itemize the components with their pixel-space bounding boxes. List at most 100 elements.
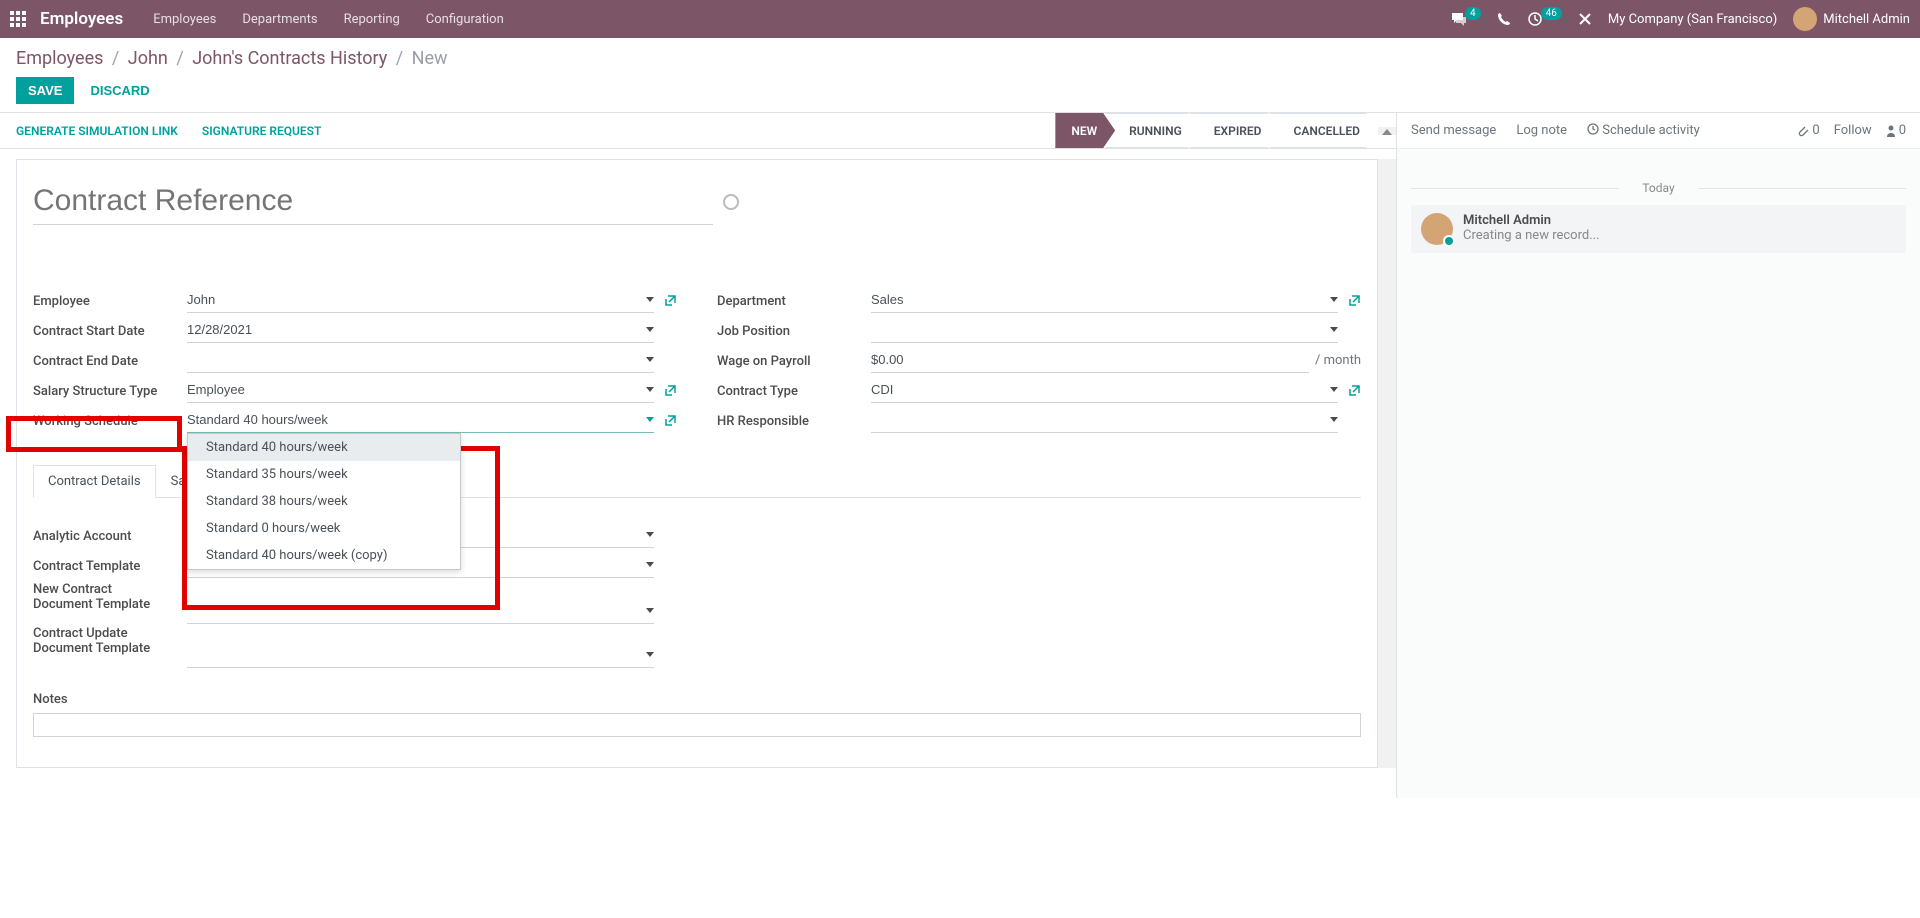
salary-structure-field[interactable] — [187, 380, 642, 399]
status-cancelled[interactable]: CANCELLED — [1269, 113, 1378, 148]
follow-button[interactable]: Follow — [1834, 123, 1872, 138]
working-schedule-dropdown: Standard 40 hours/week Standard 35 hours… — [187, 433, 461, 570]
message-author: Mitchell Admin — [1463, 213, 1600, 228]
tab-contract-details[interactable]: Contract Details — [33, 465, 156, 498]
caret-icon[interactable] — [1330, 387, 1338, 392]
end-date-field[interactable] — [187, 350, 642, 369]
label-salary-structure: Salary Structure Type — [33, 382, 187, 399]
avatar — [1793, 7, 1817, 31]
employee-field[interactable] — [187, 290, 642, 309]
nav-menu: Employees Departments Reporting Configur… — [153, 12, 504, 27]
message-body: Creating a new record... — [1463, 228, 1600, 243]
apps-icon[interactable] — [10, 11, 26, 27]
hr-responsible-field[interactable] — [871, 410, 1326, 429]
followers-count[interactable]: 0 — [1886, 123, 1906, 138]
contract-update-doc-field[interactable] — [187, 645, 642, 664]
dropdown-option[interactable]: Standard 38 hours/week — [188, 488, 460, 515]
caret-icon[interactable] — [1330, 417, 1338, 422]
scrollbar[interactable] — [1378, 159, 1396, 768]
breadcrumb: Employees / John / John's Contracts Hist… — [16, 48, 1904, 69]
caret-icon[interactable] — [646, 387, 654, 392]
company-switcher[interactable]: My Company (San Francisco) — [1608, 12, 1777, 27]
send-message-button[interactable]: Send message — [1411, 123, 1496, 138]
app-brand[interactable]: Employees — [40, 9, 123, 29]
nav-employees[interactable]: Employees — [153, 12, 216, 27]
attachments-count[interactable]: 0 — [1797, 123, 1819, 138]
dropdown-option[interactable]: Standard 35 hours/week — [188, 461, 460, 488]
phone-icon[interactable] — [1497, 12, 1511, 26]
caret-icon[interactable] — [646, 327, 654, 332]
chatter-topbar: Send message Log note Schedule activity … — [1397, 113, 1920, 149]
nav-reporting[interactable]: Reporting — [344, 12, 400, 27]
main-wrap: GENERATE SIMULATION LINK SIGNATURE REQUE… — [0, 112, 1920, 798]
subheader: Employees / John / John's Contracts Hist… — [0, 38, 1920, 104]
contract-reference-input[interactable] — [33, 184, 713, 225]
activities-icon[interactable]: 46 — [1527, 11, 1562, 27]
label-wage: Wage on Payroll — [717, 352, 871, 369]
wage-field[interactable] — [871, 350, 1309, 369]
external-link-icon[interactable] — [1348, 294, 1361, 307]
caret-icon[interactable] — [1330, 327, 1338, 332]
external-link-icon[interactable] — [664, 414, 677, 427]
breadcrumb-history[interactable]: John's Contracts History — [192, 48, 387, 69]
new-contract-doc-field[interactable] — [187, 601, 642, 620]
dropdown-option[interactable]: Standard 40 hours/week — [188, 434, 460, 461]
chatter-body: Today Mitchell Admin Creating a new reco… — [1397, 149, 1920, 267]
wage-suffix: / month — [1315, 353, 1361, 368]
nav-departments[interactable]: Departments — [242, 12, 317, 27]
discard-button[interactable]: DISCARD — [86, 77, 153, 104]
message: Mitchell Admin Creating a new record... — [1411, 205, 1906, 253]
save-button[interactable]: SAVE — [16, 77, 74, 104]
label-employee: Employee — [33, 292, 187, 309]
status-new[interactable]: NEW — [1055, 113, 1115, 148]
statusbar: NEW RUNNING EXPIRED CANCELLED — [1055, 113, 1378, 148]
caret-icon[interactable] — [646, 652, 654, 657]
caret-icon[interactable] — [646, 562, 654, 567]
schedule-activity-button[interactable]: Schedule activity — [1587, 123, 1700, 138]
department-field[interactable] — [871, 290, 1326, 309]
caret-icon[interactable] — [646, 297, 654, 302]
discuss-badge: 4 — [1465, 7, 1481, 20]
job-position-field[interactable] — [871, 320, 1326, 339]
label-start-date: Contract Start Date — [33, 322, 187, 339]
external-link-icon[interactable] — [1348, 384, 1361, 397]
status-running[interactable]: RUNNING — [1105, 113, 1200, 148]
caret-icon[interactable] — [646, 357, 654, 362]
breadcrumb-employees[interactable]: Employees — [16, 48, 103, 69]
label-contract-type: Contract Type — [717, 382, 871, 399]
nav-configuration[interactable]: Configuration — [426, 12, 504, 27]
caret-icon[interactable] — [1330, 297, 1338, 302]
discuss-icon[interactable]: 4 — [1451, 12, 1481, 26]
status-expired[interactable]: EXPIRED — [1190, 113, 1280, 148]
top-nav: Employees Employees Departments Reportin… — [0, 0, 1920, 38]
working-schedule-field[interactable] — [187, 410, 642, 429]
user-menu[interactable]: Mitchell Admin — [1793, 7, 1910, 31]
label-analytic-account: Analytic Account — [33, 527, 187, 544]
notes-field[interactable] — [33, 713, 1361, 737]
caret-icon[interactable] — [646, 417, 654, 422]
breadcrumb-john[interactable]: John — [128, 48, 168, 69]
kanban-state-icon[interactable] — [723, 194, 739, 210]
chatter: Send message Log note Schedule activity … — [1396, 113, 1920, 798]
scrollbar[interactable] — [1378, 127, 1396, 135]
external-link-icon[interactable] — [664, 384, 677, 397]
start-date-field[interactable] — [187, 320, 642, 339]
external-link-icon[interactable] — [664, 294, 677, 307]
generate-link-button[interactable]: GENERATE SIMULATION LINK — [16, 124, 178, 138]
debug-icon[interactable] — [1578, 12, 1592, 26]
caret-icon[interactable] — [646, 608, 654, 613]
label-contract-template: Contract Template — [33, 557, 187, 574]
label-new-contract-doc: New ContractDocument Template — [33, 580, 187, 612]
log-note-button[interactable]: Log note — [1516, 123, 1567, 138]
breadcrumb-current: New — [412, 48, 448, 69]
signature-request-button[interactable]: SIGNATURE REQUEST — [202, 124, 321, 138]
label-end-date: Contract End Date — [33, 352, 187, 369]
contract-type-field[interactable] — [871, 380, 1326, 399]
dropdown-option[interactable]: Standard 40 hours/week (copy) — [188, 542, 460, 569]
caret-icon[interactable] — [646, 532, 654, 537]
form-sheet: Employee Contract Start Date — [16, 159, 1378, 768]
label-department: Department — [717, 292, 871, 309]
user-name: Mitchell Admin — [1823, 12, 1910, 27]
label-contract-update-doc: Contract UpdateDocument Template — [33, 624, 187, 656]
dropdown-option[interactable]: Standard 0 hours/week — [188, 515, 460, 542]
